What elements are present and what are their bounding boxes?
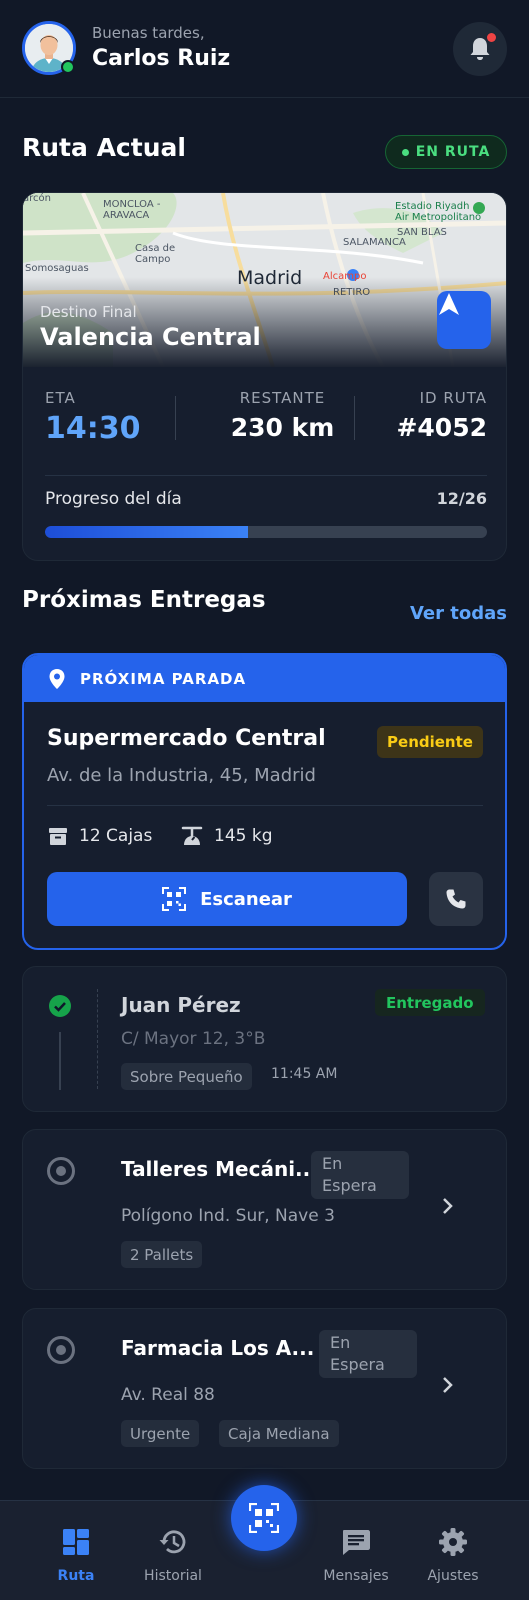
delivery-address: Av. Real 88 xyxy=(121,1385,215,1405)
scale-icon xyxy=(181,826,203,845)
status-dot xyxy=(401,148,409,156)
weight-info: 145 kg xyxy=(180,825,273,847)
chevron-right-icon xyxy=(443,1377,453,1393)
nav-item-ajustes[interactable]: Ajustes xyxy=(408,1525,498,1584)
map-label-salamanca: SALAMANCA xyxy=(343,237,406,248)
next-stop-card[interactable]: PRÓXIMA PARADA Supermercado Central Pend… xyxy=(22,653,507,950)
dashboard-icon xyxy=(63,1529,89,1555)
check-circle-icon xyxy=(49,995,71,1017)
next-stop-header: PRÓXIMA PARADA xyxy=(24,655,505,702)
timeline-divider xyxy=(97,989,98,1089)
delivery-card-delivered[interactable]: Juan Pérez Entregado C/ Mayor 12, 3°B So… xyxy=(22,966,507,1112)
package-tag: 2 Pallets xyxy=(121,1241,203,1268)
progress-bar-fill xyxy=(45,526,249,538)
map-label-estadio: Estadio Riyadh Air Metropolitano xyxy=(395,201,482,223)
delivery-time: 11:45 AM xyxy=(271,1066,338,1082)
map-label-somosaguas: Somosaguas xyxy=(25,263,89,274)
delivery-name: Farmacia Los A... xyxy=(121,1336,315,1360)
history-icon xyxy=(159,1530,186,1554)
qr-code-icon xyxy=(249,1503,279,1533)
greeting-text: Buenas tardes, xyxy=(92,24,205,42)
remaining-value: 230 km xyxy=(230,413,335,442)
see-all-link[interactable]: Ver todas xyxy=(404,603,507,624)
start-navigation-button[interactable] xyxy=(437,291,491,349)
call-button[interactable] xyxy=(429,872,483,926)
map-label-place: arcón xyxy=(23,193,51,204)
delivery-name: Juan Pérez xyxy=(121,993,241,1017)
progress-count: 12/26 xyxy=(436,489,487,508)
nav-label: Mensajes xyxy=(323,1568,389,1584)
route-id-value: #4052 xyxy=(396,413,487,442)
chevron-right-icon xyxy=(443,1198,453,1214)
chat-icon xyxy=(343,1530,370,1555)
destination-name: Valencia Central xyxy=(40,323,261,351)
delivery-card-waiting[interactable]: Talleres Mecáni... En Espera Polígono Ind… xyxy=(22,1129,507,1290)
progress-bar xyxy=(45,526,487,538)
scan-button[interactable]: Escanear xyxy=(47,872,407,926)
weight-value: 145 kg xyxy=(214,826,273,846)
phone-icon xyxy=(446,889,466,909)
app-header: Buenas tardes, Carlos Ruiz xyxy=(0,0,529,98)
qr-scan-icon xyxy=(162,887,187,911)
route-status-label: EN RUTA xyxy=(415,144,491,160)
delivery-card-waiting[interactable]: Farmacia Los A... En Espera Av. Real 88 U… xyxy=(22,1308,507,1469)
eta-label: ETA xyxy=(45,389,76,407)
delivery-address: Polígono Ind. Sur, Nave 3 xyxy=(121,1206,335,1226)
box-icon xyxy=(49,828,67,845)
map-label-san-blas: SAN BLAS xyxy=(397,227,447,238)
remaining-label: RESTANTE xyxy=(239,389,326,407)
nav-item-historial[interactable]: Historial xyxy=(128,1525,218,1584)
eta-value: 14:30 xyxy=(45,411,141,446)
stat-divider xyxy=(175,396,176,440)
nav-label: Historial xyxy=(144,1568,202,1584)
scan-fab-button[interactable] xyxy=(231,1485,297,1551)
progress-label: Progreso del día xyxy=(45,489,182,509)
eta-stat: ETA 14:30 xyxy=(45,389,141,446)
package-tag: Caja Mediana xyxy=(219,1420,339,1447)
gear-icon xyxy=(439,1528,467,1556)
waiting-status-badge: En Espera xyxy=(319,1330,417,1378)
notification-dot xyxy=(487,33,496,42)
delivery-name: Talleres Mecáni... xyxy=(121,1157,318,1181)
waiting-status-badge: En Espera xyxy=(311,1151,409,1199)
user-name: Carlos Ruiz xyxy=(92,46,231,71)
map-label-casa-campo: Casa de Campo xyxy=(135,243,176,265)
next-stop-address: Av. de la Industria, 45, Madrid xyxy=(47,765,316,786)
route-id-stat: ID RUTA #4052 xyxy=(383,389,487,442)
remaining-stat: RESTANTE 230 km xyxy=(220,389,345,442)
nav-label: Ruta xyxy=(57,1568,95,1584)
nav-item-ruta[interactable]: Ruta xyxy=(31,1525,121,1584)
next-stop-header-label: PRÓXIMA PARADA xyxy=(80,669,247,688)
next-stop-name: Supermercado Central xyxy=(47,726,326,751)
package-tag: Sobre Pequeño xyxy=(121,1063,252,1090)
pending-status-badge: Pendiente xyxy=(377,726,483,758)
card-divider xyxy=(47,805,483,806)
card-divider xyxy=(45,475,487,476)
boxes-count: 12 Cajas xyxy=(79,826,153,846)
nav-label: Ajustes xyxy=(427,1568,479,1584)
route-card: arcón MONCLOA - ARAVACA Casa de Campo Somo… xyxy=(22,192,507,561)
deliveries-title: Próximas Entregas xyxy=(22,587,266,613)
navigation-arrow-icon xyxy=(439,293,459,315)
location-pin-icon xyxy=(49,668,65,689)
pending-radio-icon xyxy=(47,1157,75,1185)
stat-divider xyxy=(354,396,355,440)
current-route-title: Ruta Actual xyxy=(22,133,186,162)
urgent-tag: Urgente xyxy=(121,1420,200,1447)
notifications-button[interactable] xyxy=(453,22,507,76)
route-id-label: ID RUTA xyxy=(419,389,487,407)
route-map[interactable]: arcón MONCLOA - ARAVACA Casa de Campo Somo… xyxy=(23,193,506,367)
online-status-dot xyxy=(61,60,75,74)
delivered-status-badge: Entregado xyxy=(375,989,485,1016)
destination-label: Destino Final xyxy=(40,303,137,321)
boxes-info: 12 Cajas xyxy=(47,825,152,847)
map-label-moncloa: MONCLOA - ARAVACA xyxy=(103,199,161,221)
timeline-line xyxy=(59,1032,61,1090)
delivery-address: C/ Mayor 12, 3°B xyxy=(121,1029,266,1049)
scan-button-label: Escanear xyxy=(200,888,292,910)
route-status-badge: EN RUTA xyxy=(385,135,507,169)
map-overlay xyxy=(23,277,506,367)
pending-radio-icon xyxy=(47,1336,75,1364)
nav-item-mensajes[interactable]: Mensajes xyxy=(311,1525,401,1584)
